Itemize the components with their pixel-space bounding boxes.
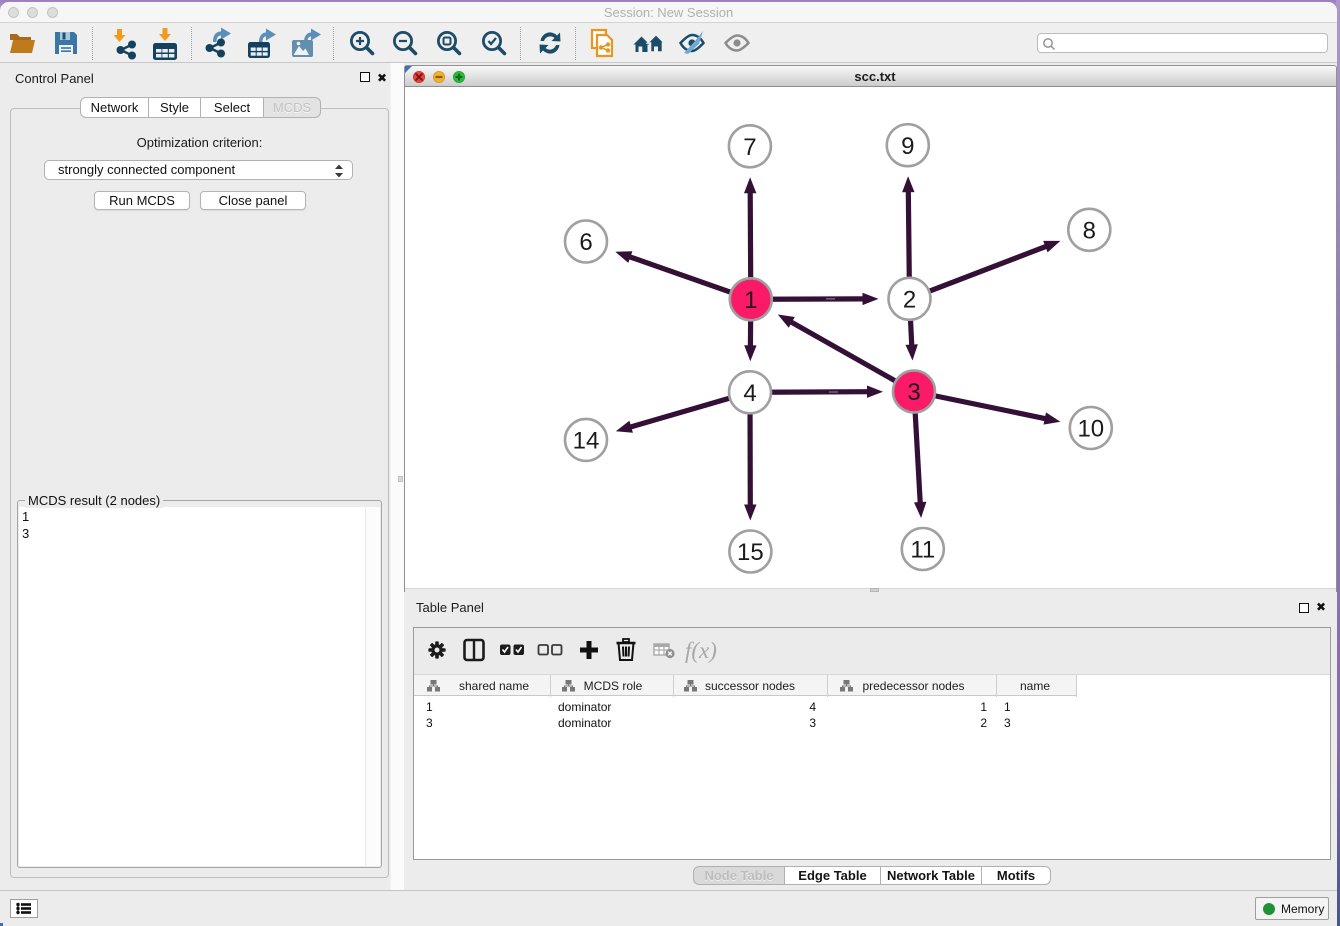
svg-text:9: 9 xyxy=(901,133,914,160)
svg-text:2: 2 xyxy=(903,286,916,313)
svg-text:8: 8 xyxy=(1083,217,1096,244)
svg-text:10: 10 xyxy=(1077,416,1104,443)
svg-text:6: 6 xyxy=(579,229,592,256)
svg-text:f(x): f(x) xyxy=(685,638,717,663)
svg-text:4: 4 xyxy=(743,380,756,407)
svg-text:15: 15 xyxy=(737,539,764,566)
svg-text:14: 14 xyxy=(573,428,600,455)
svg-text:7: 7 xyxy=(743,134,756,161)
svg-text:11: 11 xyxy=(910,537,935,564)
svg-text:1: 1 xyxy=(744,287,757,314)
svg-text:3: 3 xyxy=(907,379,920,406)
